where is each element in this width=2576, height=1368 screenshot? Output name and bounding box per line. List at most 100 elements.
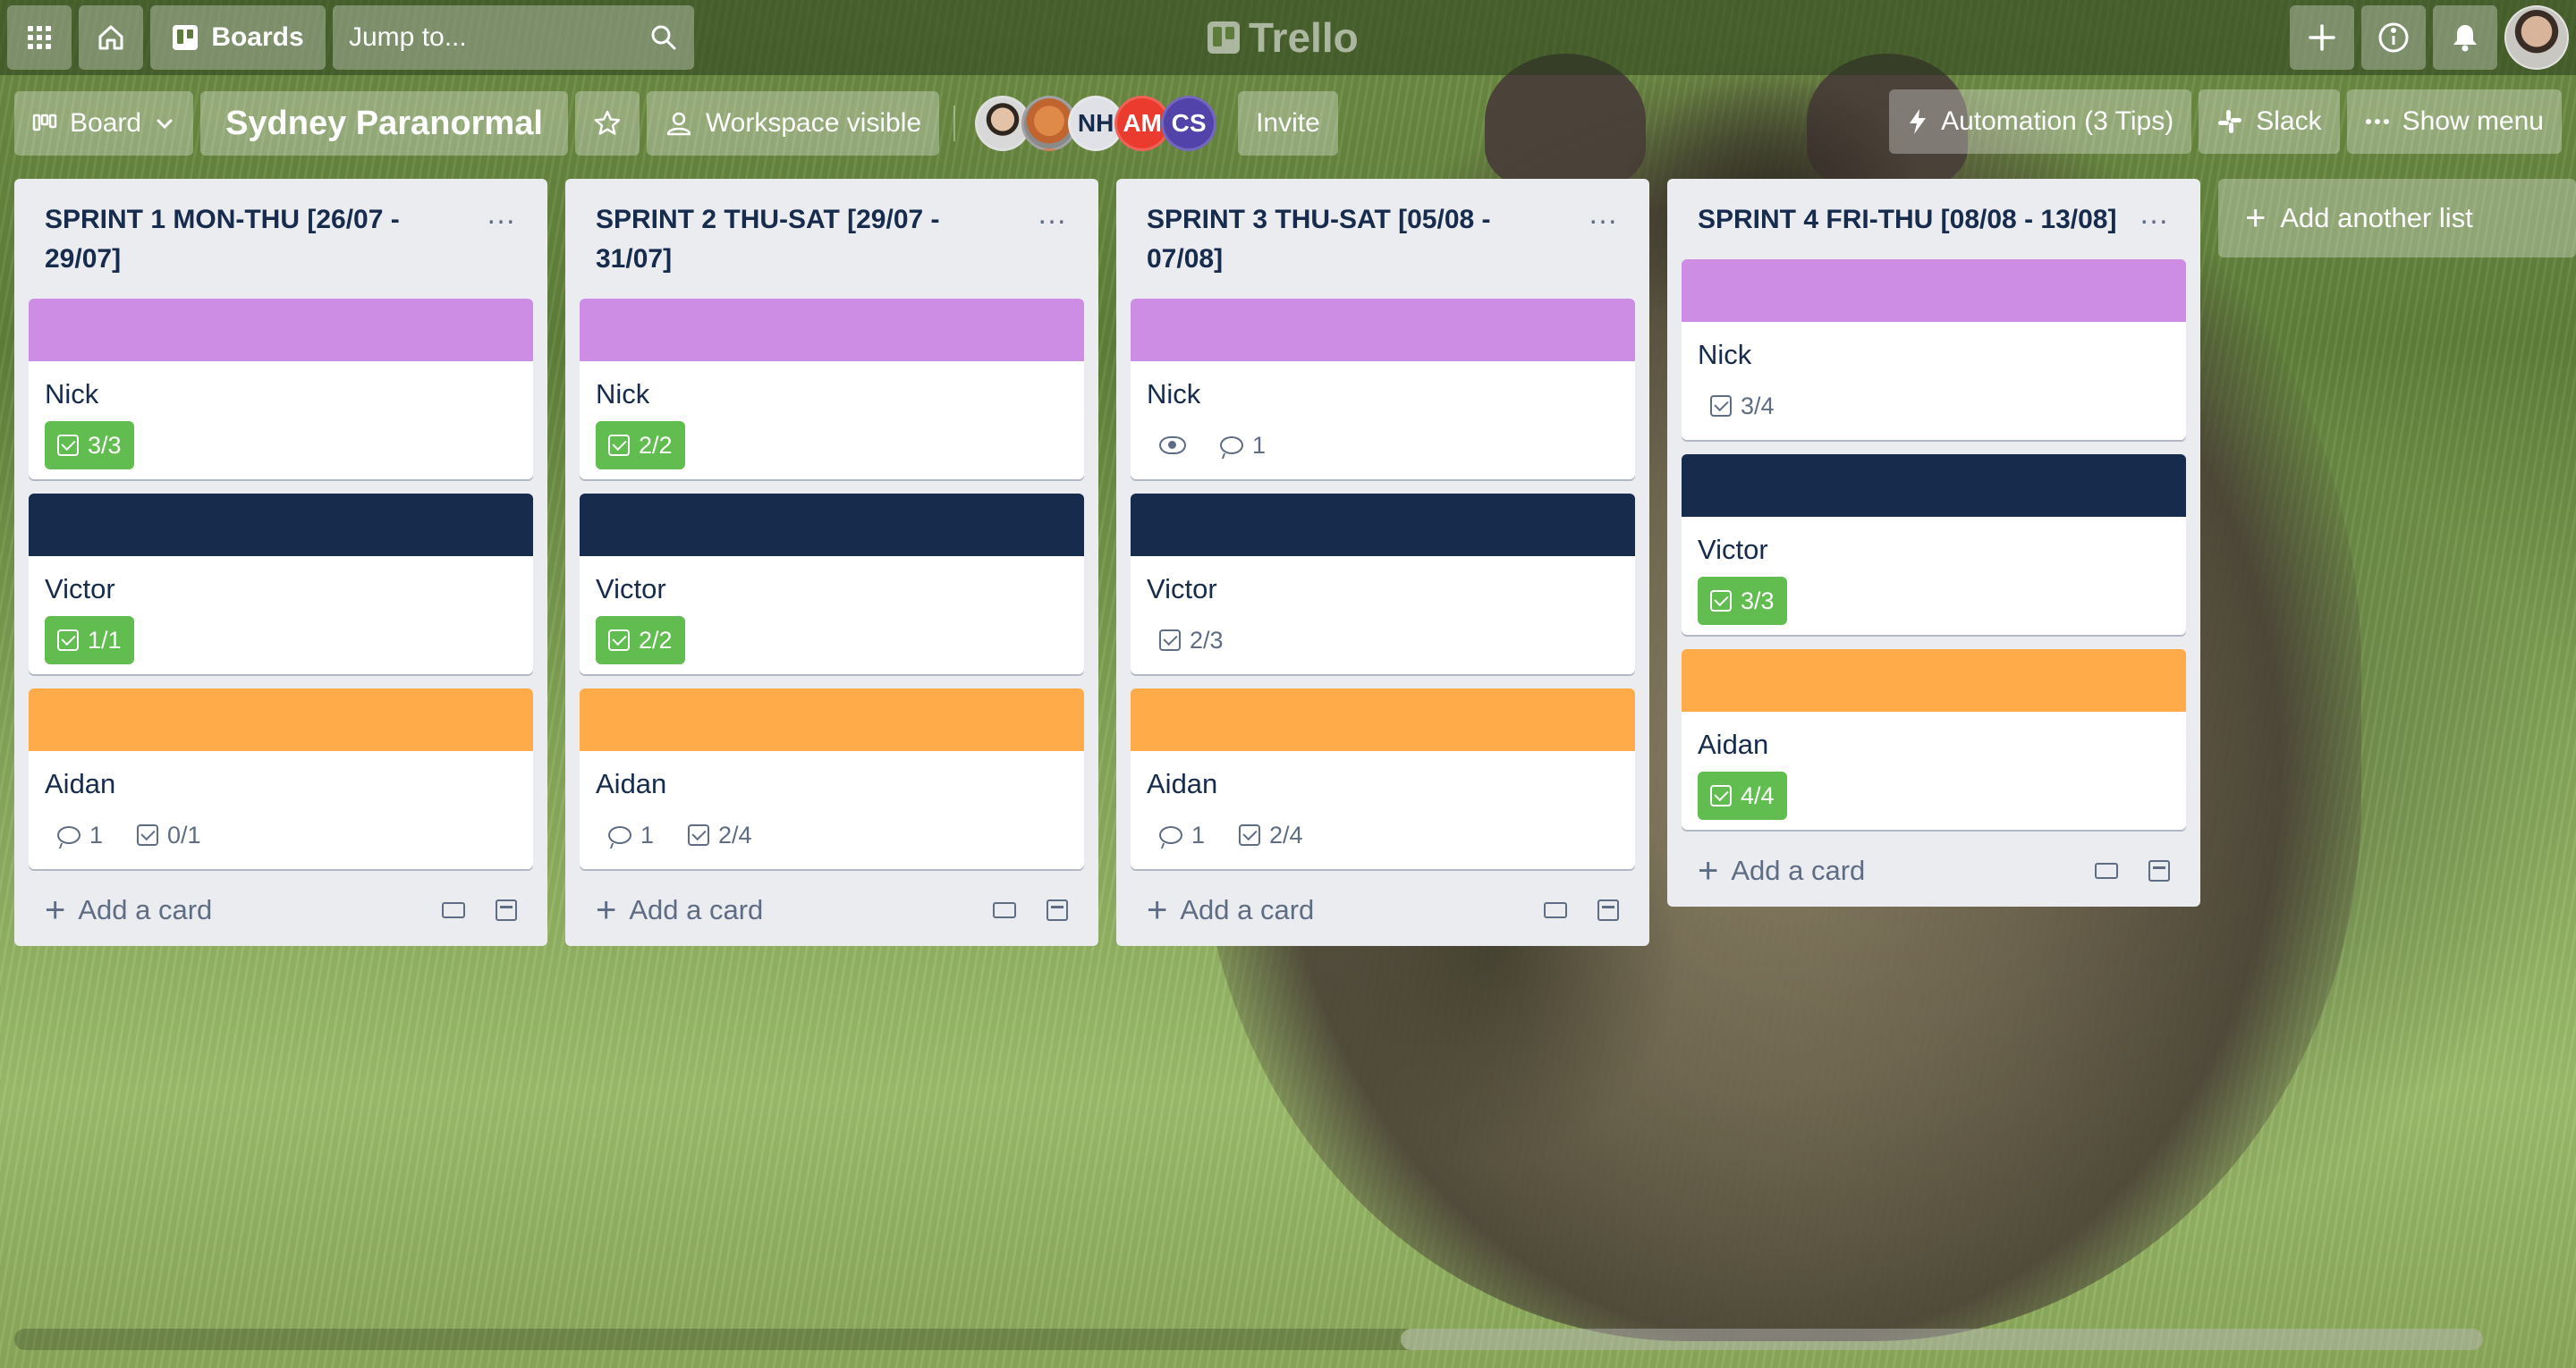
board-view-switcher[interactable]: Board [14, 91, 194, 156]
card[interactable]: Victor 1/1 [29, 494, 533, 674]
add-card-button[interactable]: + Add a card [1698, 853, 1865, 889]
automation-button[interactable]: Automation (3 Tips) [1889, 89, 2192, 154]
video-icon[interactable] [2095, 863, 2118, 879]
card-badges: 1/1 [45, 615, 517, 665]
apps-button[interactable] [7, 5, 72, 70]
board-members: NH AM CS [975, 96, 1217, 151]
card[interactable]: Aidan 4/4 [1682, 649, 2186, 830]
horizontal-scrollbar[interactable] [14, 1329, 2483, 1350]
home-button[interactable] [79, 5, 143, 70]
card-cover [1682, 454, 2186, 517]
checklist-badge: 2/4 [1226, 811, 1316, 859]
video-icon[interactable] [1544, 902, 1567, 918]
checklist-badge: 3/4 [1698, 382, 1787, 430]
comment-badge: 1 [45, 811, 115, 859]
card[interactable]: Aidan 1 2/4 [580, 688, 1084, 869]
add-list-button[interactable]: + Add another list [2218, 179, 2576, 258]
card-body: Victor 2/3 [1131, 556, 1635, 674]
eye-icon [1159, 436, 1186, 454]
list-menu-icon[interactable]: … [1037, 198, 1068, 229]
list-column: SPRINT 1 MON-THU [26/07 - 29/07] … Nick 3/3… [14, 179, 547, 946]
video-icon[interactable] [442, 902, 465, 918]
card[interactable]: Nick 3/4 [1682, 259, 2186, 440]
card[interactable]: Victor 2/2 [580, 494, 1084, 674]
add-card-label: Add a card [78, 894, 213, 925]
list-footer: + Add a card [29, 883, 533, 939]
card-body: Nick 3/3 [29, 361, 533, 479]
add-card-label: Add a card [629, 894, 764, 925]
list-menu-icon[interactable]: … [486, 198, 517, 229]
visibility-button[interactable]: Workspace visible [646, 91, 940, 156]
trello-logo[interactable]: Trello [1208, 13, 1359, 63]
list-footer: + Add a card [580, 883, 1084, 939]
card-title: Aidan [1698, 729, 1769, 760]
add-card-button[interactable]: + Add a card [1147, 892, 1315, 928]
list-footer: + Add a card [1131, 883, 1635, 939]
watch-badge [1147, 421, 1199, 469]
bolt-icon [1907, 107, 1928, 136]
search-input[interactable]: Jump to... [333, 5, 694, 70]
list-menu-icon[interactable]: … [2139, 198, 2170, 229]
card-body: Nick 1 [1131, 361, 1635, 479]
member-avatar[interactable]: CS [1161, 96, 1217, 151]
card-cover [580, 688, 1084, 751]
list-menu-icon[interactable]: … [1588, 198, 1619, 229]
card-title: Victor [596, 573, 666, 604]
card-badges: 3/3 [45, 420, 517, 470]
card-body: Nick 2/2 [580, 361, 1084, 479]
video-icon[interactable] [993, 902, 1016, 918]
plus-icon [2307, 22, 2337, 53]
add-list-label: Add another list [2280, 202, 2473, 233]
card-cover [1682, 649, 2186, 712]
slack-button[interactable]: Slack [2199, 89, 2340, 154]
card-badges: 3/4 [1698, 381, 2170, 431]
list-title[interactable]: SPRINT 1 MON-THU [26/07 - 29/07] [45, 200, 465, 279]
user-avatar[interactable] [2504, 5, 2569, 70]
card-template-icon[interactable] [1046, 899, 1068, 921]
card-badges: 1 [1147, 420, 1619, 470]
badge-text: 4/4 [1741, 781, 1775, 809]
card-template-icon[interactable] [496, 899, 517, 921]
card-cover [1131, 494, 1635, 556]
create-button[interactable] [2290, 5, 2354, 70]
card-title: Nick [1698, 339, 1752, 370]
info-button[interactable] [2361, 5, 2426, 70]
card-body: Nick 3/4 [1682, 322, 2186, 440]
notifications-button[interactable] [2433, 5, 2497, 70]
list-title[interactable]: SPRINT 4 FRI-THU [08/08 - 13/08] [1698, 200, 2118, 240]
star-board-button[interactable] [574, 91, 640, 156]
add-card-button[interactable]: + Add a card [596, 892, 764, 928]
invite-button[interactable]: Invite [1238, 91, 1338, 156]
card[interactable]: Nick 1 [1131, 299, 1635, 479]
card[interactable]: Nick 2/2 [580, 299, 1084, 479]
add-card-button[interactable]: + Add a card [45, 892, 213, 928]
board-title[interactable]: Sydney Paranormal [200, 91, 568, 156]
card[interactable]: Victor 2/3 [1131, 494, 1635, 674]
card-body: Aidan 1 2/4 [1131, 751, 1635, 869]
list-title[interactable]: SPRINT 3 THU-SAT [05/08 - 07/08] [1147, 200, 1567, 279]
card-template-icon[interactable] [1597, 899, 1619, 921]
list-title[interactable]: SPRINT 2 THU-SAT [29/07 - 31/07] [596, 200, 1016, 279]
card-body: Aidan 4/4 [1682, 712, 2186, 830]
card-title: Aidan [596, 768, 667, 799]
checklist-icon [608, 435, 630, 456]
scrollbar-thumb[interactable] [1401, 1329, 2483, 1350]
card-badges: 3/3 [1698, 576, 2170, 626]
card-title: Victor [1147, 573, 1217, 604]
card-template-icon[interactable] [2148, 860, 2170, 882]
badge-text: 2/4 [1269, 821, 1303, 849]
badge-text: 3/3 [88, 431, 122, 459]
card[interactable]: Aidan 1 0/1 [29, 688, 533, 869]
show-menu-button[interactable]: Show menu [2346, 89, 2562, 154]
card-title: Nick [1147, 378, 1201, 410]
card-title: Nick [45, 378, 99, 410]
card[interactable]: Aidan 1 2/4 [1131, 688, 1635, 869]
badge-text: 2/2 [639, 431, 673, 459]
boards-button[interactable]: Boards [150, 5, 326, 70]
board-header: Board Sydney Paranormal Workspace visibl… [0, 89, 2576, 157]
search-icon [649, 23, 678, 52]
card[interactable]: Nick 3/3 [29, 299, 533, 479]
card[interactable]: Victor 3/3 [1682, 454, 2186, 635]
card-badges: 1 2/4 [596, 810, 1068, 860]
add-card-label: Add a card [1180, 894, 1315, 925]
